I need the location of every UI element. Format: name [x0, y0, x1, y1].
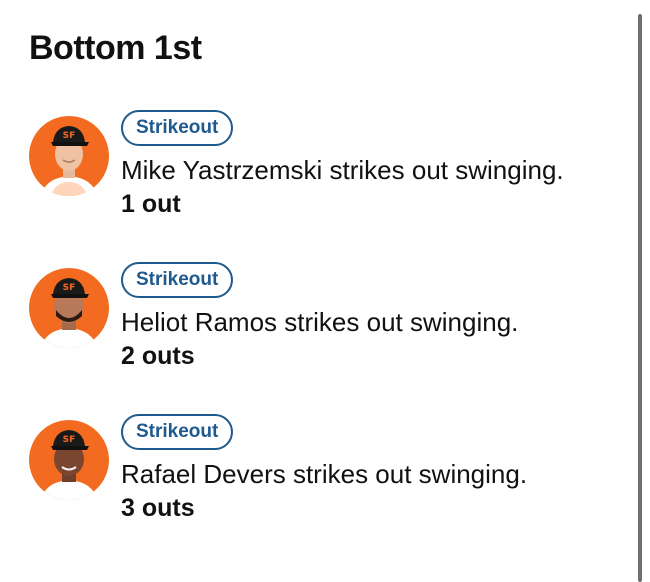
player-avatar-devers[interactable]: SF [29, 420, 109, 500]
play-item[interactable]: SF Strikeout Rafael Devers strikes out s… [0, 414, 640, 534]
player-avatar-yastrzemski[interactable]: SF [29, 116, 109, 196]
play-item[interactable]: SF Strikeout Mike Yastrzemski strikes ou… [0, 110, 640, 230]
play-description: Rafael Devers strikes out swinging. [121, 459, 528, 489]
outs-count: 2 outs [121, 342, 195, 370]
outs-count: 1 out [121, 190, 181, 218]
svg-text:SF: SF [63, 435, 76, 445]
player-headshot-icon: SF [29, 420, 109, 500]
outs-count: 3 outs [121, 494, 195, 522]
play-description: Heliot Ramos strikes out swinging. [121, 307, 519, 337]
play-type-badge: Strikeout [121, 414, 234, 450]
scrollbar[interactable] [638, 14, 642, 582]
play-type-badge: Strikeout [121, 262, 234, 298]
player-avatar-ramos[interactable]: SF [29, 268, 109, 348]
player-headshot-icon: SF [29, 268, 109, 348]
play-type-badge: Strikeout [121, 110, 234, 146]
svg-text:SF: SF [63, 131, 76, 141]
play-description: Mike Yastrzemski strikes out swinging. [121, 155, 564, 185]
svg-text:SF: SF [63, 283, 76, 293]
inning-title: Bottom 1st [29, 29, 202, 67]
player-headshot-icon: SF [29, 116, 109, 196]
play-item[interactable]: SF Strikeout Heliot Ramos strikes out sw… [0, 262, 640, 382]
